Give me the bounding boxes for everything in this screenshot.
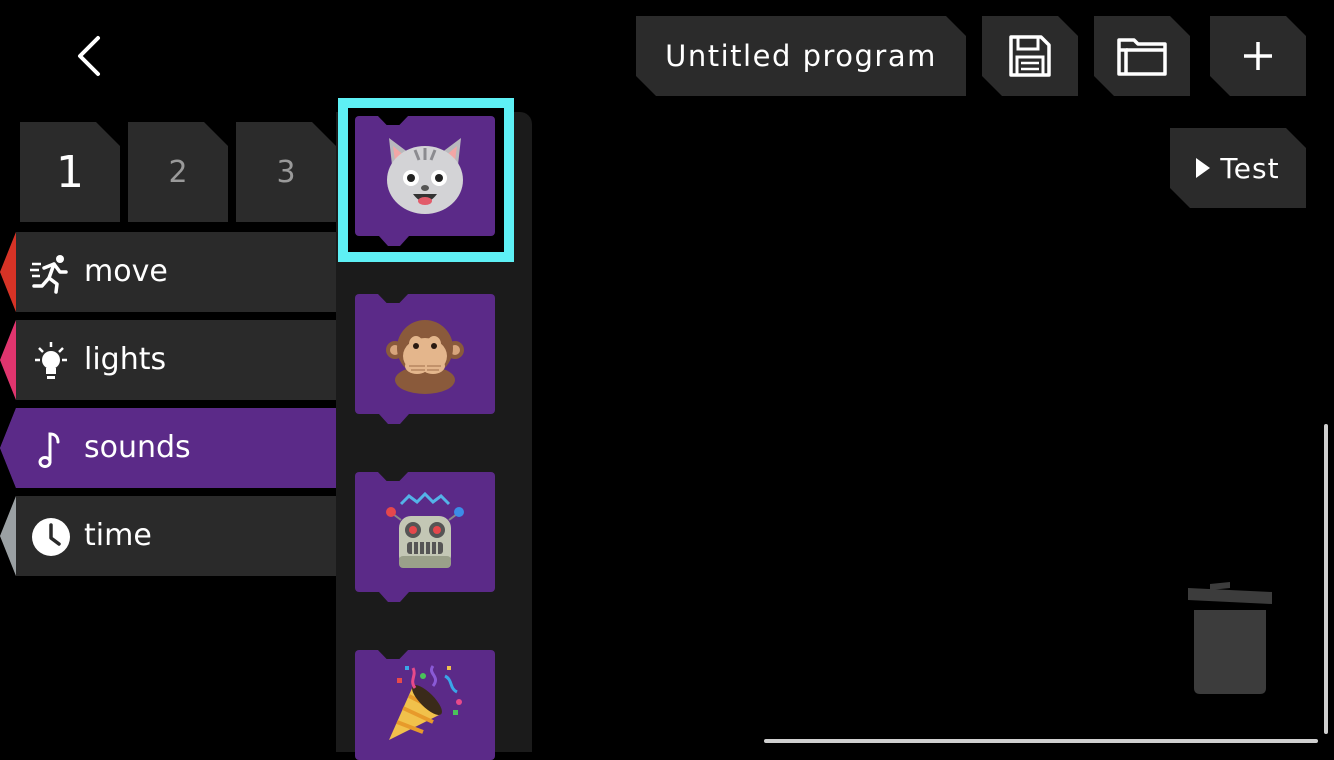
clock-icon: [32, 518, 70, 556]
page-tab-label: 2: [168, 154, 188, 190]
page-tab-1[interactable]: 1: [20, 122, 120, 222]
plus-icon: [1240, 38, 1276, 74]
page-tab-2[interactable]: 2: [128, 122, 228, 222]
category-lights[interactable]: lights: [0, 320, 336, 400]
new-program-button[interactable]: [1210, 16, 1306, 96]
category-label: move: [84, 254, 168, 289]
music-note-icon: [38, 432, 60, 468]
vertical-scrollbar[interactable]: [1324, 424, 1328, 734]
program-title: Untitled program: [665, 39, 937, 73]
category-label: sounds: [84, 430, 191, 465]
party-popper-icon: [389, 665, 462, 740]
category-time[interactable]: time: [0, 496, 336, 576]
folder-icon: [1116, 34, 1168, 78]
page-tab-label: 1: [56, 146, 84, 198]
test-label: Test: [1220, 151, 1280, 185]
category-label: lights: [84, 342, 167, 377]
floppy-disk-icon: [1007, 33, 1053, 79]
program-title-button[interactable]: Untitled program: [636, 16, 966, 96]
chevron-left-icon: [78, 36, 100, 76]
robot-sound-block[interactable]: [355, 471, 495, 602]
test-button[interactable]: Test: [1170, 128, 1306, 208]
lightbulb-icon: [35, 342, 67, 379]
open-button[interactable]: [1094, 16, 1190, 96]
back-button[interactable]: [62, 28, 118, 84]
cat-sound-block[interactable]: [355, 115, 495, 246]
running-person-icon: [30, 255, 68, 294]
category-sounds[interactable]: sounds: [0, 408, 336, 488]
trash-can[interactable]: [1186, 580, 1276, 696]
party-sound-block[interactable]: [355, 649, 495, 760]
speak-no-evil-monkey-icon: [386, 320, 464, 394]
monkey-sound-block[interactable]: [355, 293, 495, 424]
trash-can-icon: [1188, 582, 1272, 694]
horizontal-scrollbar[interactable]: [764, 739, 1318, 743]
category-label: time: [84, 518, 152, 553]
page-tab-label: 3: [276, 154, 296, 190]
page-tab-3[interactable]: 3: [236, 122, 336, 222]
robot-icon: [386, 491, 464, 568]
save-button[interactable]: [982, 16, 1078, 96]
cat-face-icon: [387, 138, 463, 214]
category-move[interactable]: move: [0, 232, 336, 312]
play-triangle-icon: [1196, 158, 1210, 178]
